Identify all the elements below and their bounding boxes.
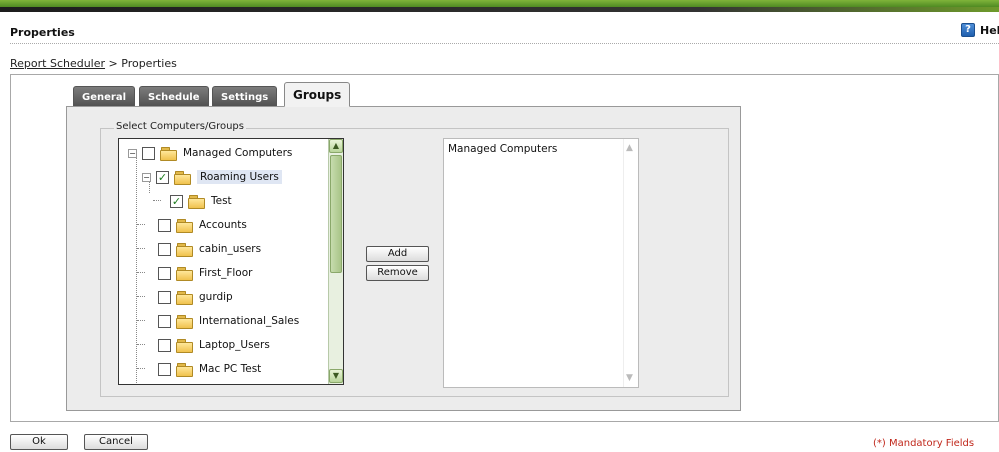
tab-schedule[interactable]: Schedule xyxy=(139,86,209,107)
tree-connector xyxy=(137,248,145,249)
collapse-icon[interactable]: − xyxy=(142,172,151,182)
computer-group-tree[interactable]: − Managed Computers − ✓ Roaming Users ✓ … xyxy=(118,138,344,385)
node-label: International_Sales xyxy=(199,315,300,327)
tree-connector xyxy=(137,368,145,369)
scroll-down-icon[interactable]: ▼ xyxy=(626,373,633,383)
folder-icon xyxy=(174,170,191,185)
tree-node-test[interactable]: ✓ Test xyxy=(170,193,232,209)
tab-groups[interactable]: Groups xyxy=(284,82,351,107)
checkbox-accounts[interactable] xyxy=(158,218,171,232)
node-label: Mac PC Test xyxy=(199,363,262,375)
breadcrumb-report-scheduler-link[interactable]: Report Scheduler xyxy=(10,57,105,70)
folder-icon xyxy=(176,242,193,257)
tree-connector xyxy=(137,344,145,345)
node-label: Accounts xyxy=(199,219,247,231)
help-label: Help xyxy=(980,23,999,37)
help-link[interactable]: ? Help xyxy=(961,23,999,37)
breadcrumb: Report Scheduler > Properties xyxy=(10,57,177,70)
checkbox-test[interactable]: ✓ xyxy=(170,194,183,208)
tree-node-cabin-users[interactable]: cabin_users xyxy=(158,241,261,257)
top-dark-bar xyxy=(0,7,999,12)
folder-icon xyxy=(176,338,193,353)
folder-icon xyxy=(176,314,193,329)
remove-button[interactable]: Remove xyxy=(366,265,429,281)
selected-groups-list[interactable]: Managed Computers ▲ ▼ xyxy=(443,138,639,388)
tree-node-international-sales[interactable]: International_Sales xyxy=(158,313,299,329)
tree-node-roaming-users[interactable]: − ✓ Roaming Users xyxy=(142,169,282,185)
tree-node-accounts[interactable]: Accounts xyxy=(158,217,247,233)
checkbox-first-floor[interactable] xyxy=(158,266,171,280)
tree-connector xyxy=(153,200,161,201)
node-label: cabin_users xyxy=(199,243,262,255)
scroll-up-icon[interactable]: ▲ xyxy=(626,143,633,153)
page-title: Properties xyxy=(10,26,75,39)
node-label: First_Floor xyxy=(199,267,253,279)
checkbox-roaming-users[interactable]: ✓ xyxy=(156,170,169,184)
tree-connector xyxy=(137,296,145,297)
tree-node-laptop-users[interactable]: Laptop_Users xyxy=(158,337,270,353)
folder-icon xyxy=(188,194,205,209)
ok-button[interactable]: Ok xyxy=(10,434,68,450)
selected-group-item[interactable]: Managed Computers xyxy=(448,143,557,155)
tree-node-mac-pc-test[interactable]: Mac PC Test xyxy=(158,361,261,377)
checkbox-gurdip[interactable] xyxy=(158,290,171,304)
tree-node-first-floor[interactable]: First_Floor xyxy=(158,265,252,281)
checkbox-cabin-users[interactable] xyxy=(158,242,171,256)
scroll-up-icon[interactable]: ▲ xyxy=(329,139,343,153)
breadcrumb-separator: > xyxy=(108,57,118,70)
scroll-down-icon[interactable]: ▼ xyxy=(329,369,343,383)
collapse-icon[interactable]: − xyxy=(128,148,137,158)
tree-connector xyxy=(137,320,145,321)
checkbox-laptop-users[interactable] xyxy=(158,338,171,352)
tab-general[interactable]: General xyxy=(73,86,135,107)
node-label: gurdip xyxy=(199,291,233,303)
breadcrumb-current: Properties xyxy=(121,57,177,70)
tree-connector xyxy=(137,272,145,273)
scroll-thumb[interactable] xyxy=(330,155,342,273)
checkbox-international-sales[interactable] xyxy=(158,314,171,328)
tab-settings[interactable]: Settings xyxy=(212,86,278,107)
folder-icon xyxy=(176,266,193,281)
top-accent-bar xyxy=(0,0,999,7)
tree-guide-line xyxy=(136,155,137,384)
folder-icon xyxy=(176,362,193,377)
add-button[interactable]: Add xyxy=(366,246,429,262)
folder-icon xyxy=(160,146,177,161)
tree-node-gurdip[interactable]: gurdip xyxy=(158,289,233,305)
tree-scrollbar[interactable]: ▲ ▼ xyxy=(328,139,343,384)
node-label: Roaming Users xyxy=(197,170,282,184)
checkbox-managed-computers[interactable] xyxy=(142,146,155,160)
help-icon: ? xyxy=(961,23,975,37)
header-divider xyxy=(10,43,999,44)
tree-node-managed-computers[interactable]: − Managed Computers xyxy=(128,145,292,161)
node-label: Test xyxy=(211,195,232,207)
list-scrollbar[interactable]: ▲ ▼ xyxy=(623,139,638,387)
mandatory-fields-note: (*) Mandatory Fields xyxy=(873,438,975,449)
folder-icon xyxy=(176,218,193,233)
cancel-button[interactable]: Cancel xyxy=(84,434,148,450)
checkbox-mac-pc-test[interactable] xyxy=(158,362,171,376)
folder-icon xyxy=(176,290,193,305)
fieldset-legend: Select Computers/Groups xyxy=(114,121,246,132)
tree-connector xyxy=(137,224,145,225)
node-label: Managed Computers xyxy=(183,147,293,159)
node-label: Laptop_Users xyxy=(199,339,270,351)
